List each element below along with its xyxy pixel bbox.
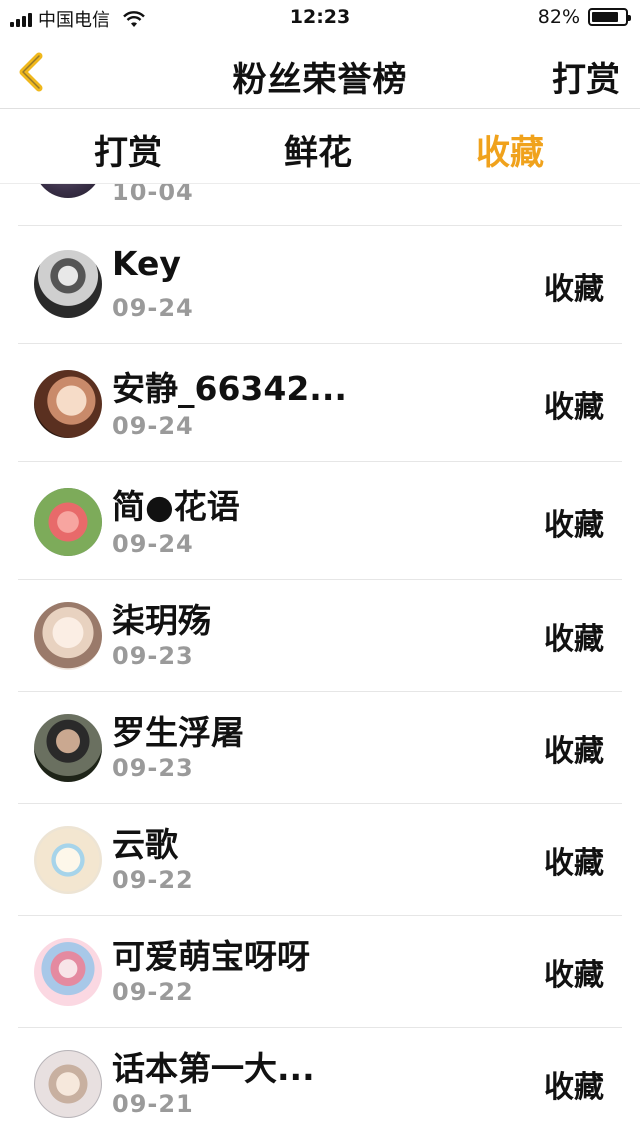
fan-type: 收藏	[544, 734, 604, 769]
battery-percent: 82%	[537, 6, 580, 28]
list-item[interactable]: 话本第一大... 09-21 收藏	[18, 1028, 622, 1139]
tab-flowers[interactable]: 鲜花	[258, 125, 378, 174]
fan-name: 可爱萌宝呀呀	[112, 937, 310, 976]
fan-name: 云歌	[112, 825, 178, 864]
list-item[interactable]: 可爱萌宝呀呀 09-22 收藏	[18, 916, 622, 1028]
fan-type: 收藏	[544, 958, 604, 993]
list-item[interactable]: 安静_66342... 09-24 收藏	[18, 344, 622, 462]
avatar	[34, 1050, 102, 1118]
fan-type: 收藏	[544, 390, 604, 425]
tab-reward[interactable]: 打赏	[68, 125, 188, 174]
avatar	[34, 488, 102, 556]
list-item[interactable]: 云歌 09-22 收藏	[18, 804, 622, 916]
avatar	[34, 714, 102, 782]
tab-favorites[interactable]: 收藏	[450, 125, 570, 174]
fan-date: 09-23	[112, 754, 194, 782]
fan-type: 收藏	[544, 272, 604, 307]
avatar	[34, 602, 102, 670]
fan-name: Key	[112, 244, 181, 283]
list-item[interactable]: 简●花语 09-24 收藏	[18, 462, 622, 580]
nav-bar: 粉丝荣誉榜 打赏	[0, 36, 640, 109]
fan-list: 10-04 Key 09-24 收藏 安静_66342... 09-24 收藏 …	[0, 184, 640, 1139]
fan-date: 09-24	[112, 530, 194, 558]
list-item[interactable]: Key 09-24 收藏	[18, 226, 622, 344]
fan-name: 简●花语	[112, 487, 240, 526]
avatar	[34, 250, 102, 318]
battery-icon	[588, 8, 631, 26]
fan-date: 10-04	[112, 184, 194, 206]
fan-date: 09-21	[112, 1090, 194, 1118]
avatar	[34, 184, 102, 198]
fan-date: 09-22	[112, 866, 194, 894]
reward-button[interactable]: 打赏	[552, 52, 620, 101]
tab-bar: 打赏 鲜花 收藏	[0, 109, 640, 184]
fan-name: 安静_66342...	[112, 369, 347, 408]
fan-date: 09-23	[112, 642, 194, 670]
fan-type: 收藏	[544, 1070, 604, 1105]
avatar	[34, 938, 102, 1006]
list-item[interactable]: 罗生浮屠 09-23 收藏	[18, 692, 622, 804]
avatar	[34, 826, 102, 894]
fan-type: 收藏	[544, 508, 604, 543]
fan-date: 09-22	[112, 978, 194, 1006]
fan-type: 收藏	[544, 622, 604, 657]
list-item[interactable]: 10-04	[18, 184, 622, 226]
status-right: 82%	[537, 6, 631, 28]
battery-fill	[592, 12, 619, 22]
fan-name: 柒玥殇	[112, 601, 211, 640]
list-item[interactable]: 柒玥殇 09-23 收藏	[18, 580, 622, 692]
fan-name: 罗生浮屠	[112, 713, 244, 752]
page-title: 粉丝荣誉榜	[232, 60, 408, 100]
fan-name: 话本第一大...	[112, 1049, 315, 1088]
fan-date: 09-24	[112, 294, 194, 322]
fan-type: 收藏	[544, 846, 604, 881]
status-bar: 中国电信 12:23 82%	[0, 0, 640, 36]
avatar	[34, 370, 102, 438]
fan-date: 09-24	[112, 412, 194, 440]
